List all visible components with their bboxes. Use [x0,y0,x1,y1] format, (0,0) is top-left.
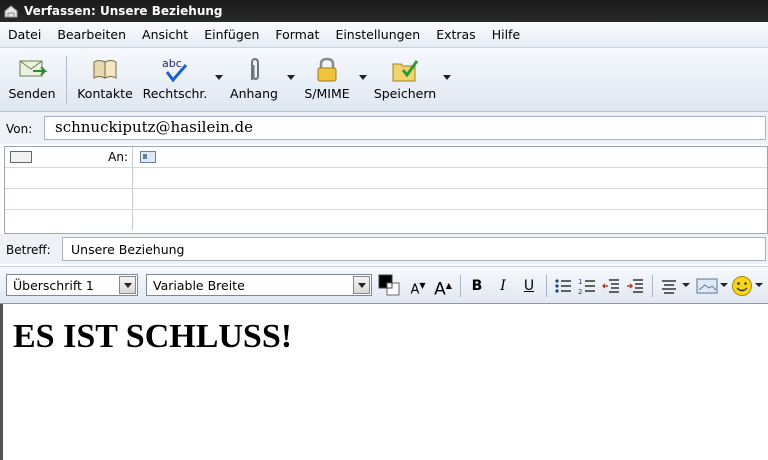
menu-bearbeiten[interactable]: Bearbeiten [49,27,134,42]
increase-font-size-icon[interactable]: A▲ [432,275,454,300]
menu-format[interactable]: Format [267,27,327,42]
recipient-row[interactable] [5,168,767,189]
menu-bar: Datei Bearbeiten Ansicht Einfügen Format… [0,22,768,48]
spellcheck-button[interactable]: abc Rechtschr. [140,48,210,112]
toolbar-separator [652,275,653,297]
bold-button[interactable]: B [468,275,486,297]
font-dropdown-arrow-icon[interactable] [353,276,370,294]
compose-toolbar: Senden Kontakte abc Rechtschr. Anhang S/… [0,48,768,112]
menu-extras[interactable]: Extras [428,27,484,42]
recipient-row[interactable]: An: [5,147,767,168]
send-icon [19,60,47,77]
from-row: Von: schnuckiputz@hasilein.de [0,112,768,144]
bullet-list-icon[interactable] [554,277,572,295]
italic-button[interactable]: I [494,275,512,297]
window-title: Verfassen: Unsere Beziehung [24,4,223,18]
paragraph-style-value: Überschrift 1 [13,278,94,293]
contacts-label: Kontakte [77,86,133,101]
outdent-icon[interactable] [602,277,620,295]
attach-dropdown-arrow-icon[interactable] [286,72,296,82]
save-folder-icon [392,60,419,82]
smime-dropdown-arrow-icon[interactable] [358,72,368,82]
svg-text:2: 2 [578,288,582,295]
save-button[interactable]: Speichern [370,48,440,112]
send-button[interactable]: Senden [6,48,58,112]
lock-icon [317,57,337,82]
paragraph-style-dropdown-arrow-icon[interactable] [119,276,136,294]
menu-einfuegen[interactable]: Einfügen [196,27,267,42]
contacts-button[interactable]: Kontakte [74,48,136,112]
from-field[interactable]: schnuckiputz@hasilein.de [44,116,766,140]
smiley-icon[interactable] [731,275,753,297]
menu-hilfe[interactable]: Hilfe [484,27,528,42]
spellcheck-icon: abc [162,57,188,83]
recipient-row[interactable] [5,210,767,231]
message-heading: ES IST SCHLUSS! [13,318,293,355]
insert-dropdown-arrow-icon[interactable] [720,281,728,289]
align-icon[interactable] [660,277,678,295]
subject-label: Betreff: [6,243,51,257]
font-value: Variable Breite [153,278,245,293]
decrease-font-size-icon[interactable]: A▼ [408,275,428,297]
recipient-type-selector[interactable]: An: [5,147,133,167]
smiley-dropdown-arrow-icon[interactable] [755,281,763,289]
save-dropdown-arrow-icon[interactable] [442,72,452,82]
send-label: Senden [8,86,56,101]
spellcheck-abc-text: abc [162,57,182,70]
menu-einstellungen[interactable]: Einstellungen [327,27,428,42]
recipient-row[interactable] [5,189,767,210]
paragraph-style-select[interactable]: Überschrift 1 [6,274,138,296]
toolbar-separator [546,275,547,297]
recipient-list: An: [4,146,768,234]
align-dropdown-arrow-icon[interactable] [682,281,690,289]
toolbar-separator [66,56,67,104]
from-label: Von: [6,122,33,136]
compose-window-icon [4,5,18,18]
message-body-editor[interactable]: ES IST SCHLUSS! [0,304,768,460]
attach-button[interactable]: Anhang [226,48,282,112]
text-color-icon[interactable] [377,273,403,299]
address-book-icon [93,60,117,79]
paperclip-icon [251,57,259,81]
numbered-list-icon[interactable]: 1 2 [578,277,596,295]
recipient-type-selector[interactable] [5,189,133,209]
spellcheck-label: Rechtschr. [142,86,208,101]
attach-label: Anhang [230,86,278,101]
recipient-type-label: An: [108,150,128,164]
font-select[interactable]: Variable Breite [146,274,372,296]
menu-datei[interactable]: Datei [0,27,49,42]
recipient-type-selector[interactable] [5,210,133,230]
toolbar-separator [460,275,461,297]
smime-button[interactable]: S/MIME [298,48,356,112]
recipient-type-selector[interactable] [5,168,133,188]
title-bar: Verfassen: Unsere Beziehung [0,0,768,22]
menu-ansicht[interactable]: Ansicht [134,27,196,42]
address-card-icon [140,151,156,163]
subject-row: Betreff: Unsere Beziehung [0,234,768,264]
svg-text:1: 1 [578,278,582,286]
spellcheck-dropdown-arrow-icon[interactable] [214,72,224,82]
format-toolbar: Überschrift 1 Variable Breite A▼ A▲ B I … [0,266,768,304]
insert-image-icon[interactable] [696,278,718,294]
smime-label: S/MIME [304,86,350,101]
subject-field[interactable]: Unsere Beziehung [62,237,766,261]
indent-icon[interactable] [626,277,644,295]
underline-button[interactable]: U [520,275,538,297]
save-label: Speichern [373,86,437,101]
recipient-type-icon [10,151,32,163]
